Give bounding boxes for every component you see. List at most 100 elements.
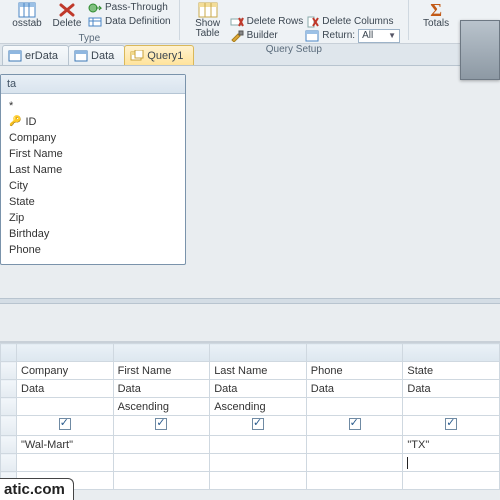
return-combo[interactable]: All ▼ bbox=[358, 29, 400, 43]
show-table-label: Show Table bbox=[195, 19, 220, 39]
criteria-cell[interactable] bbox=[113, 436, 210, 454]
criteria-cell[interactable]: "TX" bbox=[403, 436, 500, 454]
passthrough-label: Pass-Through bbox=[105, 2, 168, 13]
delete-rows-button[interactable]: Delete Rows bbox=[230, 15, 304, 28]
ribbon-group-querysetup-label: Query Setup bbox=[266, 42, 322, 55]
sort-cell[interactable]: Ascending bbox=[210, 398, 307, 416]
chevron-down-icon: ▼ bbox=[388, 31, 396, 40]
ribbon-group-type-label: Type bbox=[78, 31, 100, 44]
criteria-cell[interactable]: "Wal-Mart" bbox=[17, 436, 114, 454]
field-phone[interactable]: Phone bbox=[9, 242, 179, 258]
sigma-icon: Σ bbox=[426, 1, 446, 19]
or-cell[interactable] bbox=[306, 454, 403, 472]
passthrough-button[interactable]: Pass-Through bbox=[88, 1, 171, 14]
or-cell-active[interactable] bbox=[403, 454, 500, 472]
sort-cell[interactable] bbox=[306, 398, 403, 416]
field-lastname[interactable]: Last Name bbox=[9, 162, 179, 178]
delete-cols-button[interactable]: Delete Columns bbox=[305, 15, 400, 28]
criteria-cell[interactable] bbox=[210, 436, 307, 454]
table-field-list[interactable]: ta * 🔑ID Company First Name Last Name Ci… bbox=[0, 74, 186, 265]
table-title[interactable]: ta bbox=[1, 75, 185, 94]
column-selector-row[interactable] bbox=[1, 344, 500, 362]
field-state[interactable]: State bbox=[9, 194, 179, 210]
table-cell[interactable]: Data bbox=[306, 380, 403, 398]
crosstab-icon bbox=[17, 1, 37, 19]
tab-query1-label: Query1 bbox=[147, 50, 183, 62]
sort-cell[interactable]: Ascending bbox=[113, 398, 210, 416]
field-cell[interactable]: First Name bbox=[113, 362, 210, 380]
datadef-icon bbox=[88, 16, 102, 28]
col-head-1[interactable] bbox=[113, 344, 210, 362]
col-head-3[interactable] bbox=[306, 344, 403, 362]
tab-erdata-label: erData bbox=[25, 50, 58, 62]
datadef-label: Data Definition bbox=[105, 16, 171, 27]
show-cell[interactable] bbox=[210, 416, 307, 436]
datadef-button[interactable]: Data Definition bbox=[88, 15, 171, 28]
row-table: Data Data Data Data Data bbox=[1, 380, 500, 398]
show-cell[interactable] bbox=[403, 416, 500, 436]
return-icon bbox=[305, 30, 319, 42]
field-id[interactable]: 🔑ID bbox=[9, 114, 179, 130]
field-cell[interactable]: Phone bbox=[306, 362, 403, 380]
field-city[interactable]: City bbox=[9, 178, 179, 194]
delete-cols-icon bbox=[305, 16, 319, 28]
key-icon: 🔑 bbox=[9, 114, 21, 130]
field-zip[interactable]: Zip bbox=[9, 210, 179, 226]
table-cell[interactable]: Data bbox=[403, 380, 500, 398]
delete-button[interactable]: Delete bbox=[48, 0, 86, 29]
show-cell[interactable] bbox=[113, 416, 210, 436]
field-cell[interactable]: Last Name bbox=[210, 362, 307, 380]
show-table-button[interactable]: Show Table bbox=[188, 0, 228, 39]
return-value: All bbox=[362, 30, 373, 41]
or-cell[interactable] bbox=[17, 454, 114, 472]
checkbox-icon[interactable] bbox=[252, 418, 264, 430]
builder-icon bbox=[230, 30, 244, 42]
tab-erdata[interactable]: erData bbox=[2, 45, 69, 65]
table-cell[interactable]: Data bbox=[210, 380, 307, 398]
table-icon bbox=[8, 50, 22, 62]
or-cell[interactable] bbox=[210, 454, 307, 472]
design-upper-pane[interactable]: ta * 🔑ID Company First Name Last Name Ci… bbox=[0, 66, 500, 298]
row-or bbox=[1, 454, 500, 472]
show-table-icon bbox=[198, 1, 218, 19]
builder-button[interactable]: Builder bbox=[230, 29, 304, 42]
sort-cell[interactable] bbox=[403, 398, 500, 416]
field-star[interactable]: * bbox=[9, 98, 179, 114]
row-criteria: "Wal-Mart" "TX" bbox=[1, 436, 500, 454]
field-firstname[interactable]: First Name bbox=[9, 146, 179, 162]
show-cell[interactable] bbox=[17, 416, 114, 436]
col-head-2[interactable] bbox=[210, 344, 307, 362]
field-cell[interactable]: Company bbox=[17, 362, 114, 380]
checkbox-icon[interactable] bbox=[155, 418, 167, 430]
tab-query1[interactable]: Query1 bbox=[124, 45, 194, 65]
query-icon bbox=[130, 50, 144, 62]
delete-cols-label: Delete Columns bbox=[322, 16, 393, 27]
checkbox-icon[interactable] bbox=[349, 418, 361, 430]
totals-label: Totals bbox=[423, 19, 449, 29]
return-selector[interactable]: Return: All ▼ bbox=[305, 29, 400, 42]
document-tabs: erData Data Query1 bbox=[0, 44, 500, 66]
row-show bbox=[1, 416, 500, 436]
ribbon: osstab Delete Pass-Through bbox=[0, 0, 500, 44]
ribbon-group-totals: Σ Totals bbox=[413, 0, 459, 44]
or-cell[interactable] bbox=[113, 454, 210, 472]
field-cell[interactable]: State bbox=[403, 362, 500, 380]
criteria-cell[interactable] bbox=[306, 436, 403, 454]
col-head-0[interactable] bbox=[17, 344, 114, 362]
checkbox-icon[interactable] bbox=[59, 418, 71, 430]
totals-button[interactable]: Σ Totals bbox=[417, 0, 455, 29]
query-design-grid: Company First Name Last Name Phone State… bbox=[0, 342, 500, 490]
sort-cell[interactable] bbox=[17, 398, 114, 416]
table-cell[interactable]: Data bbox=[113, 380, 210, 398]
passthrough-icon bbox=[88, 2, 102, 14]
crosstab-button[interactable]: osstab bbox=[8, 0, 46, 29]
col-head-4[interactable] bbox=[403, 344, 500, 362]
field-birthday[interactable]: Birthday bbox=[9, 226, 179, 242]
field-company[interactable]: Company bbox=[9, 130, 179, 146]
show-cell[interactable] bbox=[306, 416, 403, 436]
watermark: atic.com bbox=[0, 478, 74, 500]
table-cell[interactable]: Data bbox=[17, 380, 114, 398]
tab-data[interactable]: Data bbox=[68, 45, 125, 65]
row-sort: Ascending Ascending bbox=[1, 398, 500, 416]
checkbox-icon[interactable] bbox=[445, 418, 457, 430]
